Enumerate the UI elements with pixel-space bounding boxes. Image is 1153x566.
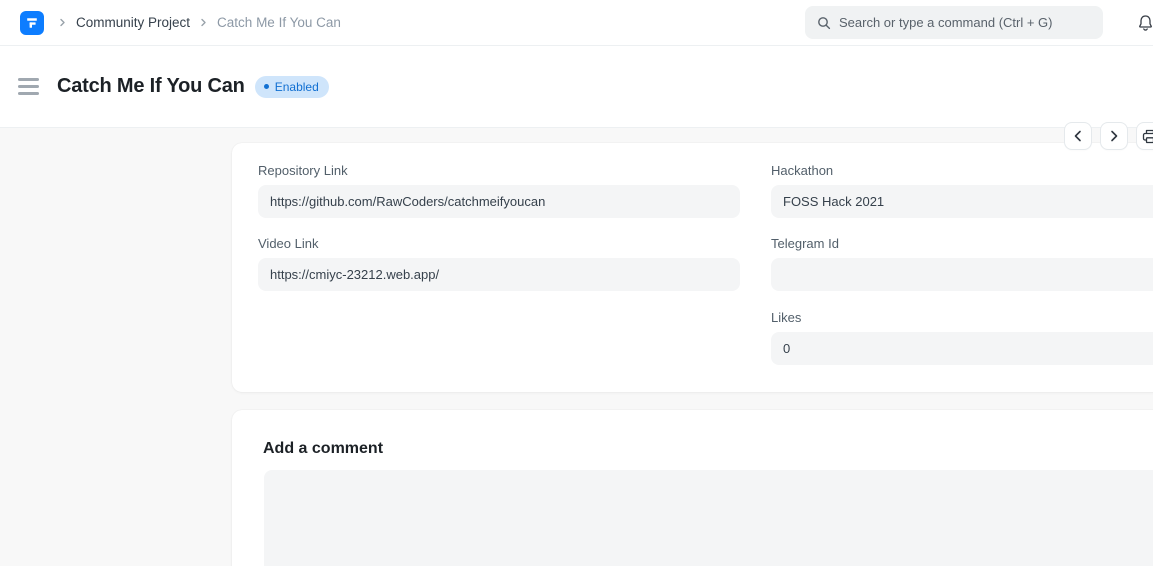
- bell-icon: [1137, 14, 1153, 32]
- print-button[interactable]: [1136, 122, 1153, 150]
- global-search[interactable]: [805, 6, 1103, 39]
- telegram-id-input[interactable]: [771, 258, 1153, 291]
- video-link-label: Video Link: [258, 236, 740, 251]
- status-badge: Enabled: [255, 76, 329, 98]
- hamburger-menu-icon: [18, 85, 39, 88]
- next-document-button[interactable]: [1100, 122, 1128, 150]
- notifications-button[interactable]: [1132, 10, 1153, 36]
- likes-input[interactable]: [771, 332, 1153, 365]
- page-head-left: Catch Me If You Can Enabled: [18, 46, 329, 127]
- page-title: Catch Me If You Can: [57, 75, 245, 98]
- telegram-id-label: Telegram Id: [771, 236, 1153, 251]
- field-repository-link: Repository Link: [258, 163, 740, 218]
- hackathon-input[interactable]: [771, 185, 1153, 218]
- previous-document-button[interactable]: [1064, 122, 1092, 150]
- video-link-input[interactable]: [258, 258, 740, 291]
- navbar: Community Project Catch Me If You Can: [0, 0, 1153, 46]
- search-input[interactable]: [839, 15, 1091, 30]
- breadcrumb-current-doc: Catch Me If You Can: [217, 15, 341, 30]
- field-telegram-id: Telegram Id: [771, 236, 1153, 291]
- document-form-area: Repository Link Video Link Hackathon Tel…: [0, 128, 1153, 566]
- chevron-right-icon: [1109, 130, 1119, 142]
- printer-icon: [1142, 129, 1153, 144]
- hamburger-menu-icon: [18, 78, 39, 81]
- details-section-card: Repository Link Video Link Hackathon Tel…: [232, 143, 1153, 392]
- hamburger-menu-icon: [18, 92, 39, 95]
- status-badge-label: Enabled: [275, 80, 319, 94]
- frappe-logo[interactable]: [20, 11, 44, 35]
- add-comment-heading: Add a comment: [263, 440, 383, 458]
- chevron-right-icon: [58, 18, 67, 27]
- likes-label: Likes: [771, 310, 1153, 325]
- field-hackathon: Hackathon: [771, 163, 1153, 218]
- comment-input[interactable]: [264, 470, 1153, 566]
- chevron-left-icon: [1073, 130, 1083, 142]
- search-icon: [817, 16, 831, 30]
- status-dot-icon: [264, 84, 269, 89]
- breadcrumb: Community Project Catch Me If You Can: [20, 0, 341, 45]
- page-head: Catch Me If You Can Enabled: [0, 46, 1153, 128]
- breadcrumb-community-project[interactable]: Community Project: [76, 15, 190, 30]
- sidebar-toggle-button[interactable]: [18, 78, 39, 95]
- field-video-link: Video Link: [258, 236, 740, 291]
- page-head-actions: [1064, 122, 1153, 150]
- frappe-logo-icon: [25, 16, 39, 30]
- app-window: Community Project Catch Me If You Can: [0, 0, 1153, 566]
- repository-link-label: Repository Link: [258, 163, 740, 178]
- comments-section-card: Add a comment: [232, 410, 1153, 566]
- hackathon-label: Hackathon: [771, 163, 1153, 178]
- field-likes: Likes: [771, 310, 1153, 365]
- chevron-right-icon: [199, 18, 208, 27]
- repository-link-input[interactable]: [258, 185, 740, 218]
